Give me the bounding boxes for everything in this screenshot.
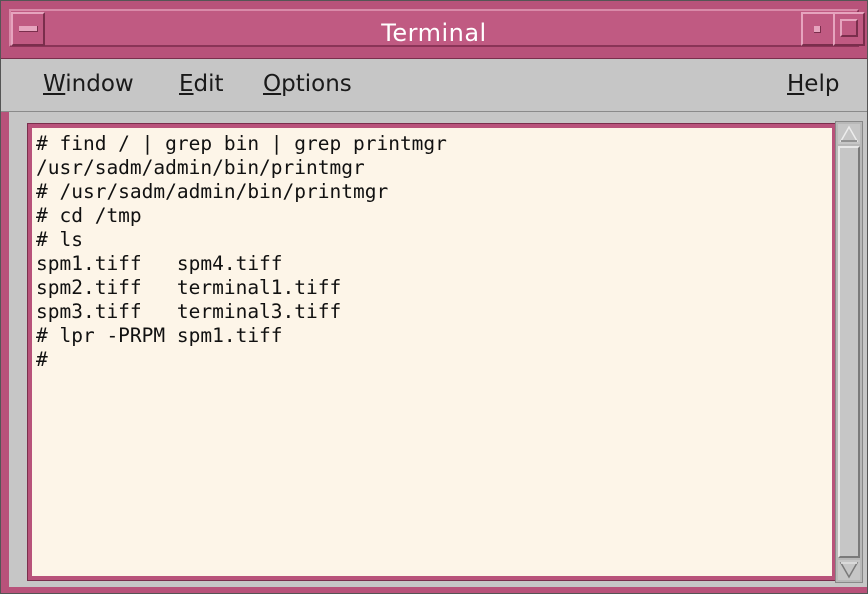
window-bottom-border[interactable] — [1, 587, 867, 593]
menu-options-label: ptions — [281, 71, 352, 97]
maximize-icon — [840, 19, 858, 37]
terminal-line: /usr/sadm/admin/bin/printmgr — [36, 156, 365, 179]
menu-help-label: elp — [804, 71, 840, 97]
menu-window-mnemonic: W — [43, 71, 66, 97]
terminal-prompt: # — [36, 348, 48, 371]
terminal-output-area[interactable]: # find / | grep bin | grep printmgr /usr… — [32, 128, 832, 576]
menu-help[interactable]: Help — [787, 71, 839, 97]
minimize-button[interactable] — [801, 12, 835, 46]
window-title: Terminal — [381, 19, 487, 47]
scroll-up-button[interactable] — [838, 124, 860, 144]
terminal-line: # cd /tmp — [36, 204, 142, 227]
vertical-scrollbar[interactable] — [835, 121, 863, 583]
menu-edit-label: dit — [193, 71, 224, 97]
terminal-frame: # find / | grep bin | grep printmgr /usr… — [27, 123, 837, 581]
title-bar[interactable]: Terminal — [1, 1, 867, 59]
menu-window-label: indow — [65, 71, 134, 97]
scrollbar-thumb[interactable] — [838, 146, 860, 558]
terminal-line: # lpr -PRPM spm1.tiff — [36, 324, 283, 347]
terminal-line: # find / | grep bin | grep printmgr — [36, 132, 447, 155]
menu-edit[interactable]: Edit — [179, 71, 224, 97]
title-bar-inner[interactable]: Terminal — [9, 9, 859, 47]
terminal-line: spm1.tiff spm4.tiff — [36, 252, 283, 275]
maximize-button[interactable] — [833, 12, 865, 46]
scroll-down-button[interactable] — [838, 560, 860, 580]
menu-help-mnemonic: H — [787, 71, 805, 97]
menu-bar: Window Edit Options Help — [1, 59, 867, 112]
window-left-border[interactable] — [1, 59, 9, 591]
terminal-line: spm3.tiff terminal3.tiff — [36, 300, 342, 323]
minimize-icon — [814, 26, 821, 33]
terminal-line: spm2.tiff terminal1.tiff — [36, 276, 342, 299]
menu-options-mnemonic: O — [263, 71, 282, 97]
terminal-text: # find / | grep bin | grep printmgr /usr… — [36, 132, 447, 372]
terminal-line: # ls — [36, 228, 83, 251]
menu-window[interactable]: Window — [43, 71, 134, 97]
window-menu-icon — [19, 26, 38, 32]
window-menu-button[interactable] — [11, 12, 45, 46]
menu-options[interactable]: Options — [263, 71, 352, 97]
menu-edit-mnemonic: E — [179, 71, 194, 97]
terminal-window: Terminal Window Edit Options Help # find… — [0, 0, 868, 594]
terminal-line: # /usr/sadm/admin/bin/printmgr — [36, 180, 389, 203]
scroll-up-arrow-icon — [839, 125, 859, 142]
scroll-down-arrow-icon — [839, 562, 859, 579]
